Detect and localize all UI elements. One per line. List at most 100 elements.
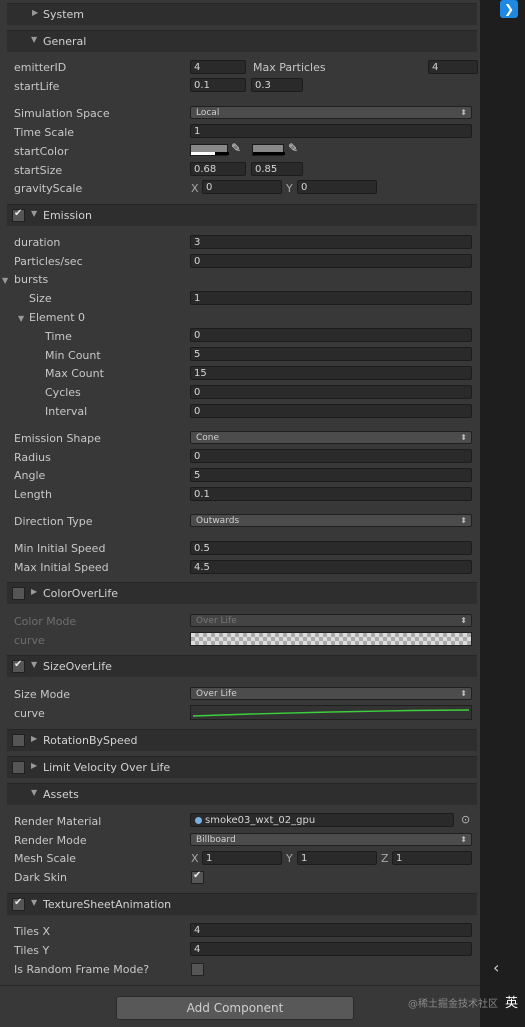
- start-life-max-field[interactable]: 0.3: [251, 78, 303, 92]
- simulation-space-dropdown[interactable]: Local ⬍: [190, 106, 472, 119]
- tiles-x-label: Tiles X: [14, 925, 51, 938]
- collapse-arrow-icon[interactable]: ▼: [31, 898, 37, 907]
- watermark: @稀土掘金技术社区: [408, 999, 498, 1010]
- size-mode-dropdown[interactable]: Over Life ⬍: [190, 687, 472, 700]
- max-initial-speed-label: Max Initial Speed: [14, 561, 109, 574]
- size-curve-label: curve: [14, 707, 45, 720]
- dark-skin-checkbox[interactable]: [191, 870, 204, 884]
- render-mode-dropdown[interactable]: Billboard ⬍: [190, 833, 472, 846]
- max-particles-label: Max Particles: [253, 61, 326, 74]
- gravity-x-field[interactable]: 0: [202, 180, 282, 194]
- interval-label: Interval: [45, 405, 88, 418]
- particles-per-sec-label: Particles/sec: [14, 255, 83, 268]
- bursts-label: bursts: [14, 273, 49, 286]
- collapse-arrow-icon[interactable]: ▼: [31, 35, 37, 44]
- angle-field[interactable]: 5: [190, 468, 472, 482]
- tiles-y-field[interactable]: 4: [190, 942, 472, 956]
- mesh-scale-x-field[interactable]: 1: [202, 851, 282, 865]
- start-size-max-field[interactable]: 0.85: [251, 162, 303, 176]
- collapse-arrow-icon[interactable]: ▼: [31, 209, 37, 218]
- limit-velocity-checkbox[interactable]: [12, 761, 25, 774]
- tiles-x-field[interactable]: 4: [190, 923, 472, 937]
- section-emission-header[interactable]: ▼ Emission: [7, 204, 477, 226]
- min-count-field[interactable]: 5: [190, 347, 472, 361]
- dropdown-caret-icon: ⬍: [460, 108, 467, 117]
- color-gradient-field: [190, 632, 472, 646]
- random-frame-checkbox[interactable]: [191, 963, 204, 976]
- section-general-header[interactable]: ▼ General: [7, 30, 477, 52]
- bursts-size-field[interactable]: 1: [190, 291, 472, 305]
- section-assets-header[interactable]: ▼ Assets: [7, 783, 477, 805]
- start-size-min-field[interactable]: 0.68: [190, 162, 246, 176]
- collapse-arrow-icon[interactable]: ▼: [31, 660, 37, 669]
- dropdown-value: Over Life: [196, 689, 237, 699]
- direction-type-dropdown[interactable]: Outwards ⬍: [190, 514, 472, 527]
- element-collapse-icon[interactable]: ▼: [18, 314, 24, 323]
- mesh-scale-z-field[interactable]: 1: [392, 851, 472, 865]
- cycles-field[interactable]: 0: [190, 385, 472, 399]
- section-color-over-life-header[interactable]: ▶ ColorOverLife: [7, 582, 477, 604]
- time-scale-field[interactable]: 1: [190, 124, 472, 138]
- expand-arrow-icon[interactable]: ▶: [31, 734, 37, 743]
- mesh-scale-y-field[interactable]: 1: [297, 851, 377, 865]
- min-count-label: Min Count: [45, 349, 101, 362]
- section-limit-velocity-header[interactable]: ▶ Limit Velocity Over Life: [7, 756, 477, 778]
- section-title: Limit Velocity Over Life: [43, 761, 171, 774]
- duration-field[interactable]: 3: [190, 235, 472, 249]
- gravity-scale-label: gravityScale: [14, 182, 83, 195]
- dropdown-caret-icon: ⬍: [460, 433, 467, 442]
- interval-field[interactable]: 0: [190, 404, 472, 418]
- start-color-max-swatch[interactable]: [252, 144, 285, 156]
- eyedropper-icon[interactable]: ✎: [231, 141, 241, 155]
- color-curve-label: curve: [14, 634, 45, 647]
- dropdown-caret-icon: ⬍: [460, 516, 467, 525]
- material-name: smoke03_wxt_02_gpu: [205, 815, 316, 826]
- add-component-button[interactable]: Add Component: [116, 996, 354, 1020]
- min-initial-speed-label: Min Initial Speed: [14, 542, 106, 555]
- collapse-arrow-icon[interactable]: ▼: [31, 788, 37, 797]
- expand-arrow-icon[interactable]: ▶: [31, 761, 37, 770]
- radius-label: Radius: [14, 451, 51, 464]
- axis-y-label: Y: [286, 852, 293, 865]
- axis-y-label: Y: [286, 182, 293, 195]
- emission-shape-dropdown[interactable]: Cone ⬍: [190, 431, 472, 444]
- section-system-header[interactable]: ▶ System: [7, 3, 477, 25]
- length-label: Length: [14, 488, 52, 501]
- min-initial-speed-field[interactable]: 0.5: [190, 541, 472, 555]
- color-mode-label: Color Mode: [14, 615, 77, 628]
- max-particles-field[interactable]: 4: [428, 60, 478, 74]
- start-life-min-field[interactable]: 0.1: [190, 78, 246, 92]
- start-color-min-swatch[interactable]: [190, 144, 229, 156]
- dropdown-caret-icon: ⬍: [460, 835, 467, 844]
- time-field[interactable]: 0: [190, 328, 472, 342]
- section-size-over-life-header[interactable]: ▼ SizeOverLife: [7, 655, 477, 677]
- object-picker-icon[interactable]: ⊙: [461, 813, 470, 826]
- section-rotation-by-speed-header[interactable]: ▶ RotationBySpeed: [7, 729, 477, 751]
- max-count-field[interactable]: 15: [190, 366, 472, 380]
- size-over-life-checkbox[interactable]: [12, 659, 25, 673]
- size-curve-field[interactable]: [190, 705, 472, 720]
- color-over-life-checkbox[interactable]: [12, 587, 25, 600]
- texture-sheet-checkbox[interactable]: [12, 897, 25, 911]
- expand-arrow-icon[interactable]: ▶: [32, 8, 38, 17]
- expand-arrow-icon[interactable]: ▶: [31, 587, 37, 596]
- radius-field[interactable]: 0: [190, 449, 472, 463]
- render-material-field[interactable]: smoke03_wxt_02_gpu: [190, 813, 454, 827]
- emitter-id-field[interactable]: 4: [190, 60, 246, 74]
- rotation-by-speed-checkbox[interactable]: [12, 734, 25, 747]
- render-mode-label: Render Mode: [14, 834, 87, 847]
- dropdown-caret-icon: ⬍: [460, 616, 467, 625]
- section-texture-sheet-header[interactable]: ▼ TextureSheetAnimation: [7, 893, 477, 915]
- angle-label: Angle: [14, 469, 46, 482]
- dropdown-value: Over Life: [196, 616, 237, 626]
- eyedropper-icon[interactable]: ✎: [288, 141, 298, 155]
- app-logo-icon[interactable]: ❯: [500, 0, 518, 18]
- bursts-collapse-icon[interactable]: ▼: [2, 276, 8, 285]
- length-field[interactable]: 0.1: [190, 487, 472, 501]
- particles-per-sec-field[interactable]: 0: [190, 254, 472, 268]
- emission-enabled-checkbox[interactable]: [12, 208, 25, 222]
- gravity-y-field[interactable]: 0: [297, 180, 377, 194]
- max-initial-speed-field[interactable]: 4.5: [190, 560, 472, 574]
- start-color-label: startColor: [14, 145, 69, 158]
- back-arrow-icon[interactable]: ‹: [493, 958, 499, 977]
